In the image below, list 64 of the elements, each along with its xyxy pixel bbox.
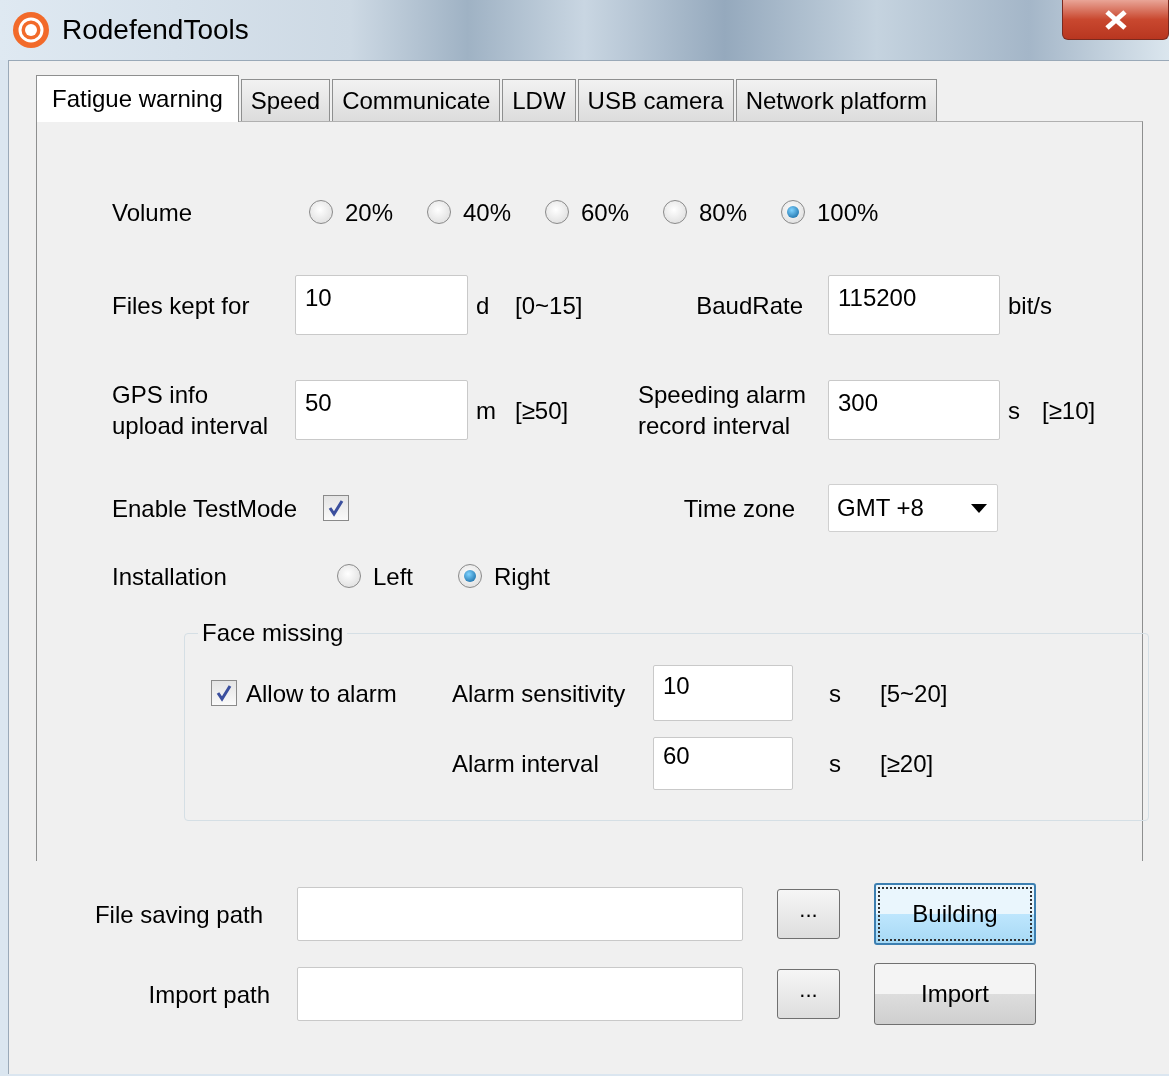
- tab[interactable]: LDW: [502, 79, 576, 121]
- radio-label: 20%: [345, 197, 394, 228]
- time-zone-dropdown[interactable]: GMT +8: [828, 484, 998, 532]
- range-label: [5~20]: [880, 678, 948, 709]
- unit-label: s: [829, 748, 842, 779]
- alarm-interval-label: Alarm interval: [452, 748, 600, 779]
- close-button[interactable]: [1062, 0, 1169, 40]
- close-icon: [1103, 9, 1128, 30]
- unit-label: m: [475, 395, 497, 426]
- tab[interactable]: Network platform: [735, 79, 937, 121]
- unit-label: bit/s: [1007, 290, 1053, 321]
- baud-rate-field[interactable]: 115200: [828, 275, 1000, 335]
- unit-label: s: [829, 678, 842, 709]
- radio-button[interactable]: [781, 200, 805, 224]
- radio-label: Right: [494, 561, 551, 592]
- tab[interactable]: Fatigue warning: [36, 75, 239, 122]
- radio-label: 40%: [463, 197, 512, 228]
- radio-button[interactable]: [427, 200, 451, 224]
- gps-interval-label: GPS info upload interval: [112, 380, 270, 441]
- radio-button[interactable]: [337, 564, 361, 588]
- file-saving-path-label: File saving path: [93, 899, 263, 930]
- range-label: [0~15]: [515, 290, 584, 321]
- radio-button[interactable]: [458, 564, 482, 588]
- radio-button[interactable]: [545, 200, 569, 224]
- path-field[interactable]: [297, 967, 743, 1021]
- tab[interactable]: USB camera: [577, 79, 734, 121]
- unit-label: d: [475, 290, 491, 321]
- files-kept-label: Files kept for: [112, 290, 251, 321]
- speeding-interval-field[interactable]: 300: [828, 380, 1000, 440]
- checkbox[interactable]: [323, 495, 349, 521]
- volume-label: Volume: [112, 197, 194, 228]
- sensitivity-field[interactable]: 10: [653, 665, 793, 721]
- speeding-interval-label: Speeding alarm record interval: [638, 380, 808, 441]
- range-label: [≥20]: [880, 748, 934, 779]
- radio-label: 60%: [581, 197, 630, 228]
- allow-alarm-label: Allow to alarm: [246, 678, 397, 709]
- caret-icon: [971, 503, 987, 513]
- range-label: [≥50]: [515, 395, 570, 426]
- radio-button[interactable]: [663, 200, 687, 224]
- radio-button[interactable]: [309, 200, 333, 224]
- building-button[interactable]: Building: [874, 883, 1036, 945]
- baud-rate-label: BaudRate: [695, 290, 804, 321]
- path-field[interactable]: [297, 887, 743, 941]
- app-icon: [12, 11, 50, 49]
- alarm-interval-field[interactable]: 60: [653, 736, 793, 790]
- checkbox[interactable]: [211, 680, 237, 706]
- window-title: RodefendTools: [62, 14, 249, 46]
- gps-interval-field[interactable]: 50: [295, 380, 468, 440]
- files-kept-field[interactable]: 10: [295, 275, 468, 335]
- time-zone-label: Time zone: [682, 493, 796, 524]
- tab[interactable]: Communicate: [332, 79, 501, 121]
- browse-button[interactable]: ...: [777, 969, 840, 1019]
- unit-label: s: [1007, 395, 1020, 426]
- radio-label: 80%: [699, 197, 748, 228]
- radio-label: Left: [373, 561, 414, 592]
- range-label: [≥10]: [1042, 395, 1096, 426]
- radio-label: 100%: [817, 197, 879, 228]
- tab[interactable]: Speed: [240, 79, 331, 121]
- import-button[interactable]: Import: [874, 963, 1036, 1025]
- sensitivity-label: Alarm sensitivity: [452, 678, 627, 709]
- installation-label: Installation: [112, 561, 228, 592]
- import-path-label: Import path: [147, 979, 270, 1010]
- test-mode-label: Enable TestMode: [112, 493, 297, 524]
- browse-button[interactable]: ...: [777, 889, 840, 939]
